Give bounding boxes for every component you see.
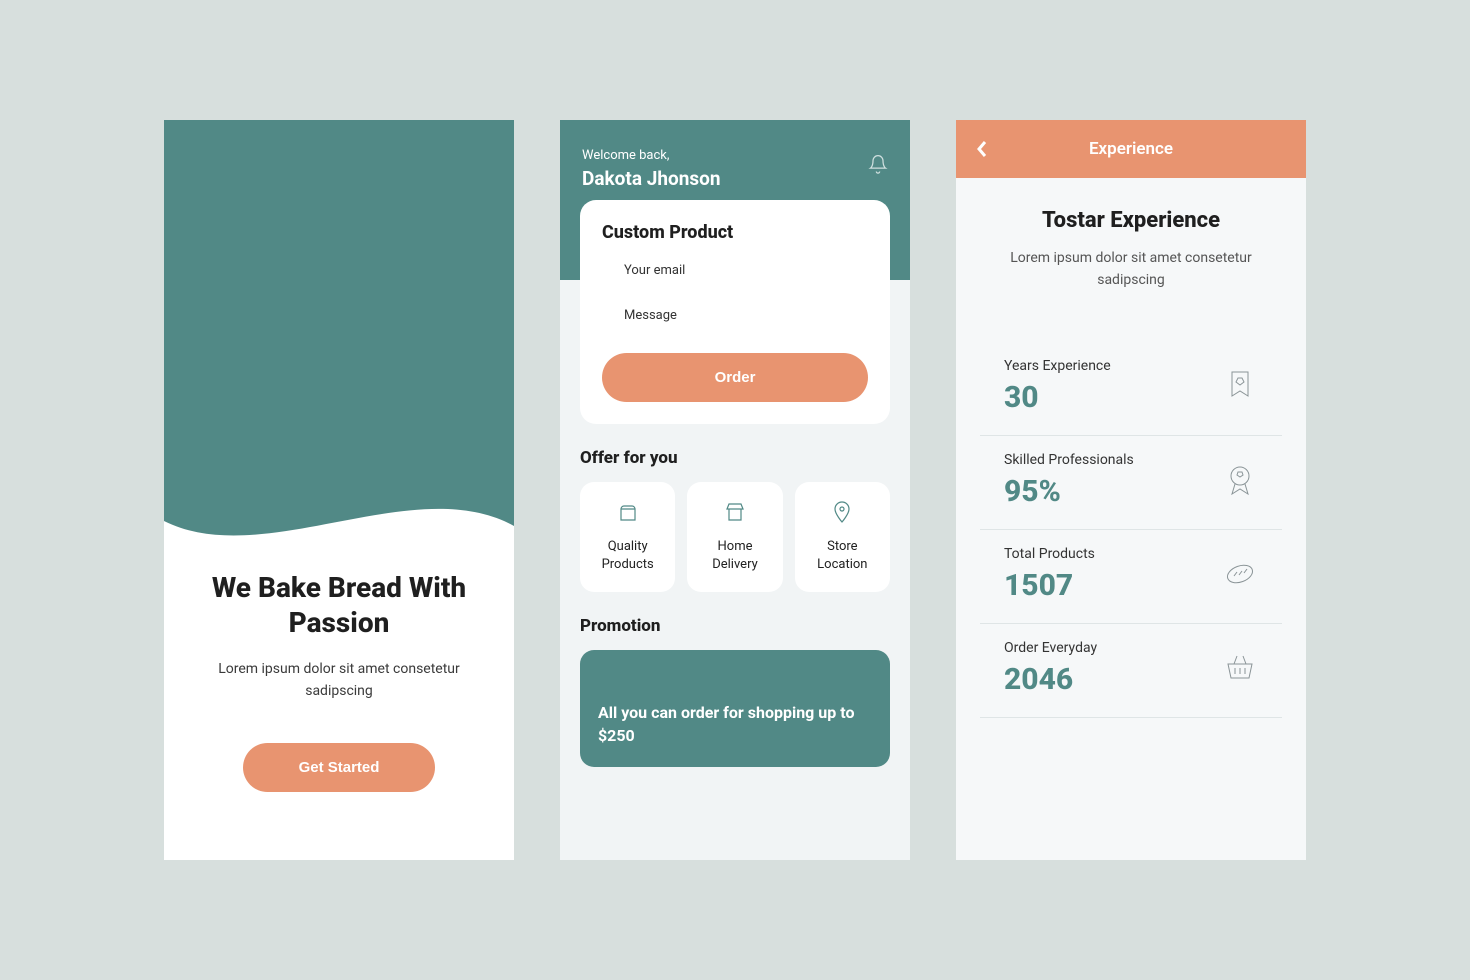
promotion-section-title: Promotion (560, 592, 910, 650)
stat-label: Total Products (1004, 546, 1095, 562)
promotion-text: All you can order for shopping up to $25… (598, 702, 872, 747)
stat-label: Order Everyday (1004, 640, 1097, 656)
stat-products: Total Products 1507 (980, 530, 1282, 624)
offer-label: Quality Products (586, 538, 669, 574)
experience-topbar: Experience (956, 120, 1306, 178)
get-started-button[interactable]: Get Started (243, 743, 436, 792)
order-button[interactable]: Order (602, 353, 868, 402)
store-icon (723, 500, 747, 524)
stat-value: 2046 (1004, 662, 1097, 697)
welcome-text: Welcome back, (582, 148, 720, 163)
award-badge-icon (1222, 462, 1258, 498)
stat-years: Years Experience 30 (980, 342, 1282, 436)
offer-card-location[interactable]: Store Location (795, 482, 890, 592)
notification-bell-icon[interactable] (868, 154, 888, 174)
onboarding-subtitle: Lorem ipsum dolor sit amet consetetur sa… (204, 658, 474, 703)
message-field[interactable]: Message (602, 308, 868, 353)
stat-value: 1507 (1004, 568, 1095, 603)
ribbon-bookmark-icon (1222, 368, 1258, 404)
promotion-banner[interactable]: All you can order for shopping up to $25… (580, 650, 890, 767)
stat-value: 30 (1004, 380, 1111, 415)
experience-screen: Experience Tostar Experience Lorem ipsum… (956, 120, 1306, 860)
offer-label: Store Location (801, 538, 884, 574)
custom-product-card: Custom Product Your email Message Order (580, 200, 890, 424)
onboarding-title: We Bake Bread With Passion (204, 570, 474, 640)
stat-label: Skilled Professionals (1004, 452, 1134, 468)
stat-value: 95% (1004, 474, 1134, 509)
stat-orders: Order Everyday 2046 (980, 624, 1282, 718)
offer-card-delivery[interactable]: Home Delivery (687, 482, 782, 592)
topbar-title: Experience (1089, 139, 1173, 159)
card-title: Custom Product (602, 222, 868, 243)
basket-icon (1222, 650, 1258, 686)
offer-card-quality[interactable]: Quality Products (580, 482, 675, 592)
back-icon[interactable] (976, 140, 988, 158)
experience-subtitle: Lorem ipsum dolor sit amet consetetur sa… (986, 247, 1276, 292)
hero-image-area (164, 120, 514, 560)
stat-label: Years Experience (1004, 358, 1111, 374)
stat-professionals: Skilled Professionals 95% (980, 436, 1282, 530)
experience-title: Tostar Experience (986, 208, 1276, 233)
user-name: Dakota Jhonson (582, 167, 720, 190)
offer-label: Home Delivery (693, 538, 776, 574)
location-icon (830, 500, 854, 524)
bread-loaf-icon (1222, 556, 1258, 592)
bread-icon (616, 500, 640, 524)
onboarding-screen: We Bake Bread With Passion Lorem ipsum d… (164, 120, 514, 860)
home-screen: Welcome back, Dakota Jhonson Custom Prod… (560, 120, 910, 860)
email-field[interactable]: Your email (602, 263, 868, 308)
offers-row: Quality Products Home Delivery Store Loc… (560, 482, 910, 592)
offers-section-title: Offer for you (560, 424, 910, 482)
